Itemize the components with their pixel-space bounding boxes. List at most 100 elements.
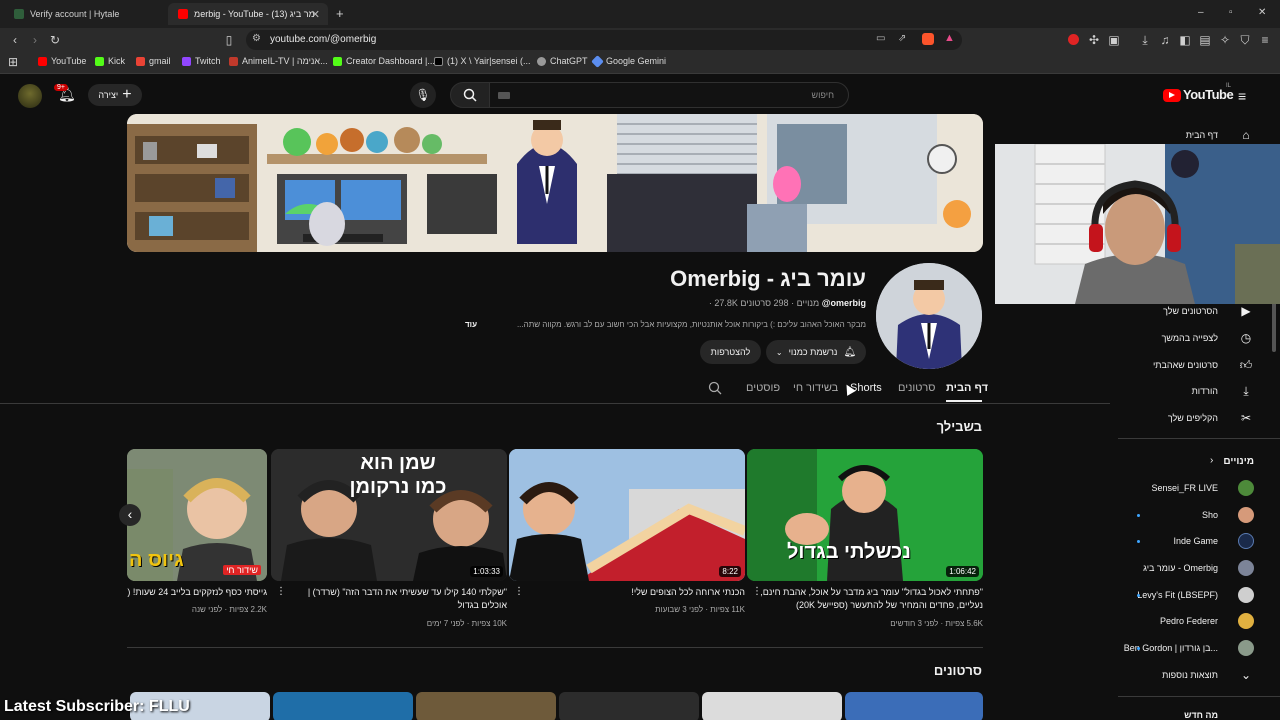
video-title-2[interactable]: הכנתי ארוחה לכל הצופים שלי! xyxy=(522,586,745,599)
minimize-button[interactable]: – xyxy=(1198,7,1204,18)
avatar[interactable] xyxy=(1238,533,1254,549)
apps-icon[interactable]: ⊞ xyxy=(6,55,20,69)
shelf-video-thumbnail[interactable] xyxy=(559,692,699,720)
avatar[interactable] xyxy=(1238,507,1254,523)
video-title-4[interactable]: גייסתי כסף לנזקקים בלייב 24 שעות! (כ xyxy=(127,586,267,599)
sidebar-sub-omerbig[interactable]: Omerbig - עומר ביג xyxy=(1143,563,1218,573)
keyboard-icon[interactable] xyxy=(498,92,510,99)
tab-youtube[interactable]: מerbig - YouTube - עומר ביג (13) ✕ xyxy=(168,3,328,25)
sidebar-sub-pedro-federer[interactable]: Pedro Federer xyxy=(1160,616,1218,626)
video-thumbnail-3[interactable]: שמן הוא כמו נרקומן 1:03:33 xyxy=(271,449,507,581)
extension-red-icon[interactable] xyxy=(1068,34,1079,45)
home-icon[interactable]: ⌂ xyxy=(1238,127,1254,143)
avatar[interactable] xyxy=(1238,560,1254,576)
more-options-icon[interactable]: ⋮ xyxy=(752,586,762,597)
avatar[interactable] xyxy=(1238,587,1254,603)
search-button[interactable] xyxy=(450,82,490,108)
avatar[interactable] xyxy=(18,84,42,108)
bookmark-youtube[interactable]: YouTube xyxy=(38,56,86,66)
sidebar-sub-inde-game[interactable]: Inde Game xyxy=(1173,536,1218,546)
shelf-video-thumbnail[interactable] xyxy=(273,692,413,720)
sidebar-sub-sho[interactable]: Sho xyxy=(1202,510,1218,520)
sidebar-explore[interactable]: מה חדש xyxy=(1184,710,1218,720)
video-thumbnail-1[interactable]: נכשלתי בגדול 1:06:42 xyxy=(747,449,983,581)
new-tab-button[interactable]: + xyxy=(336,6,344,21)
tab-home[interactable]: דף הבית xyxy=(946,382,988,394)
sidebar-liked-videos[interactable]: סרטונים שאהבתי xyxy=(1153,360,1218,370)
video-thumbnail-2[interactable]: 8:22 xyxy=(509,449,745,581)
sidebar-sub-levys-fit[interactable]: Levy's Fit (LBSEPF) xyxy=(1137,590,1218,600)
channel-handle[interactable]: @omerbig xyxy=(822,298,866,308)
your-videos-icon[interactable]: ▶ xyxy=(1238,303,1254,319)
shelf-video-thumbnail[interactable] xyxy=(416,692,556,720)
video-thumbnail-4[interactable]: גיוס ה שידור חי xyxy=(127,449,267,581)
avatar[interactable] xyxy=(1238,613,1254,629)
site-info-icon[interactable]: ⚙ xyxy=(252,33,261,44)
subscribed-button[interactable]: ⌄ נרשמת כמנוי 🔔︎ xyxy=(766,340,866,364)
bookmark-gmail[interactable]: gmail xyxy=(136,56,171,66)
tab-videos[interactable]: סרטונים xyxy=(898,382,936,394)
more-options-icon[interactable]: ⋮ xyxy=(276,586,286,597)
bookmark-chatgpt[interactable]: ChatGPT xyxy=(537,56,588,66)
download-icon[interactable]: ⤓ xyxy=(1138,33,1152,47)
bookmark-kick[interactable]: Kick xyxy=(95,56,125,66)
search-input[interactable]: חיפוש xyxy=(489,82,849,108)
install-icon[interactable]: ▭ xyxy=(876,33,885,44)
back-icon[interactable]: ‹ xyxy=(8,33,22,47)
media-icon[interactable]: ♫ xyxy=(1158,33,1172,47)
youtube-logo-text[interactable]: YouTube xyxy=(1183,87,1234,102)
close-tab-icon[interactable]: ✕ xyxy=(311,8,320,21)
channel-avatar[interactable] xyxy=(876,263,982,369)
join-button[interactable]: להצטרפות xyxy=(700,340,761,364)
wallet-2-icon[interactable]: ▤ xyxy=(1198,33,1212,47)
sidebar-downloads[interactable]: הורדות xyxy=(1192,386,1218,396)
bookmark-twitch[interactable]: Twitch xyxy=(182,56,221,66)
avatar[interactable] xyxy=(1238,480,1254,496)
youtube-logo-icon[interactable] xyxy=(1163,89,1181,102)
video-title-3[interactable]: "שקלתי 140 קילו עד שעשיתי את הדבר הזה" (… xyxy=(284,586,507,612)
tab-hytale[interactable]: Verify account | Hytale xyxy=(4,3,166,25)
chevron-down-icon[interactable]: ⌄ xyxy=(1238,667,1254,683)
sidebar-home[interactable]: דף הבית xyxy=(1186,130,1218,140)
bookmark-animeil[interactable]: AnimeIL-TV | אנימה... xyxy=(229,56,328,66)
channel-search-icon[interactable] xyxy=(708,381,722,398)
chevron-right-icon[interactable]: › xyxy=(1210,455,1213,466)
thumbs-up-icon[interactable]: 👍︎ xyxy=(1238,357,1254,373)
shelf-video-thumbnail[interactable] xyxy=(702,692,842,720)
tab-live[interactable]: בשידור חי xyxy=(793,382,838,394)
create-button[interactable]: יצירה + xyxy=(88,84,142,106)
reload-icon[interactable]: ↻ xyxy=(48,33,62,47)
sidebar-show-more[interactable]: תוצאות נוספות xyxy=(1162,670,1218,680)
extensions-icon[interactable]: ✣ xyxy=(1087,33,1101,47)
carousel-prev-button[interactable]: ‹ xyxy=(119,504,141,526)
sidebar-watch-later[interactable]: לצפייה בהמשך xyxy=(1162,333,1218,343)
bookmark-gemini[interactable]: Google Gemini xyxy=(591,54,666,68)
leo-icon[interactable]: ✧ xyxy=(1218,33,1232,47)
voice-search-icon[interactable]: 🎙︎ xyxy=(410,82,436,108)
vpn-icon[interactable]: ⛉ xyxy=(1238,33,1252,47)
bookmark-icon[interactable]: ▯ xyxy=(222,33,236,47)
forward-icon[interactable]: › xyxy=(28,33,42,47)
share-icon[interactable]: ⇗ xyxy=(898,33,906,44)
clock-icon[interactable]: ◷ xyxy=(1238,330,1254,346)
maximize-button[interactable]: ▫ xyxy=(1229,7,1233,18)
sidebar-sub-sensei[interactable]: Sensei_FR LIVE xyxy=(1151,483,1218,493)
video-title-1[interactable]: "פתחתי לאכול בגדול" עומר ביג מדבר על אוכ… xyxy=(760,586,983,612)
close-window-button[interactable]: ✕ xyxy=(1258,7,1266,18)
hamburger-menu-icon[interactable]: ≡ xyxy=(1238,88,1246,104)
scissors-icon[interactable]: ✂ xyxy=(1238,410,1254,426)
download-icon[interactable]: ⤓ xyxy=(1238,383,1254,399)
sidebar-subscriptions-header[interactable]: מינויים xyxy=(1223,456,1254,467)
bookmark-x[interactable]: (1) X \ Yair|sensei (... xyxy=(434,56,531,66)
brave-rewards-icon[interactable]: ▲ xyxy=(944,32,955,44)
wallet-icon[interactable]: ▣ xyxy=(1107,33,1121,47)
shelf-video-thumbnail[interactable] xyxy=(845,692,983,720)
description-more-link[interactable]: עוד xyxy=(465,320,477,329)
bookmark-creator-dashboard[interactable]: Creator Dashboard |... xyxy=(333,56,435,66)
channel-description[interactable]: מבקר האוכל האהוב עליכם :) ביקורות אוכל א… xyxy=(480,320,866,329)
sidebar-icon[interactable]: ◧ xyxy=(1178,33,1192,47)
sidebar-your-videos[interactable]: הסרטונים שלך xyxy=(1163,306,1218,316)
brave-shield-icon[interactable] xyxy=(922,33,934,45)
menu-icon[interactable]: ≡ xyxy=(1258,33,1272,47)
sidebar-your-clips[interactable]: הקליפים שלך xyxy=(1168,413,1218,423)
